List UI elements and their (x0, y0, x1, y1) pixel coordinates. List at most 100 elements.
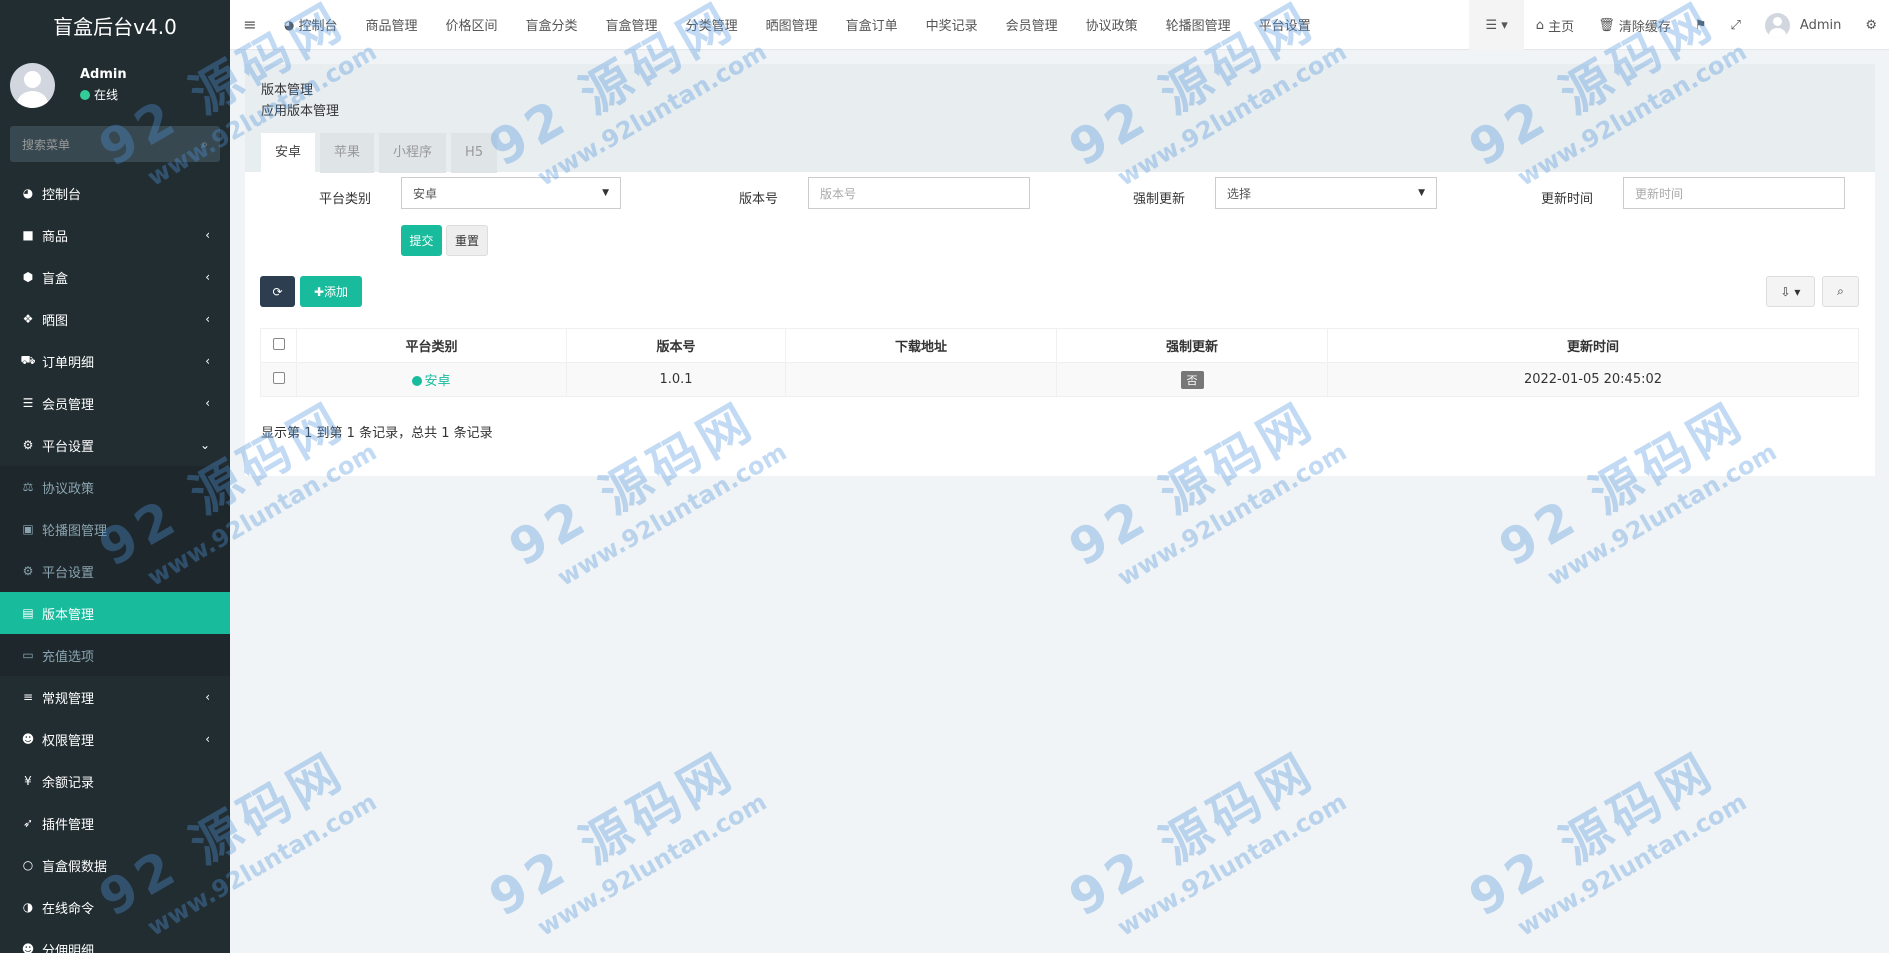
row-version-cell: 1.0.1 (566, 362, 786, 397)
watermark-site: www.92luntan.com (1512, 787, 1752, 942)
chevron-left-icon: ‹ (205, 732, 210, 746)
column-header-update-time[interactable]: 更新时间 (1327, 328, 1859, 363)
nav-tab[interactable]: 平台设置 (1245, 0, 1325, 50)
sidebar-item[interactable]: ☻ 分佣明细 (0, 928, 230, 953)
row-checkbox[interactable] (272, 371, 285, 384)
nav-tab[interactable]: 中奖记录 (912, 0, 992, 50)
export-button[interactable]: ⇩ ▾ (1766, 276, 1815, 307)
sidebar-item[interactable]: ➶ 插件管理 (0, 802, 230, 844)
app-logo-title[interactable]: 盲盒后台v4.0 (0, 0, 230, 50)
select-all-checkbox[interactable] (272, 337, 285, 350)
list-alt-icon: ▤ (22, 606, 34, 620)
sidebar-item[interactable]: ▤ 版本管理 (0, 592, 230, 634)
nav-tab[interactable]: 盲盒订单 (832, 0, 912, 50)
sidebar-item[interactable]: ⚖ 协议政策 (0, 466, 230, 508)
submit-button[interactable]: 提交 (401, 225, 442, 256)
language-button[interactable]: ⚑ (1683, 0, 1719, 50)
control-sidebar-button[interactable]: ⚙ (1853, 0, 1889, 50)
sidebar: 盲盒后台v4.0 Admin 在线 搜索菜单 ⌕ ◕ 控制台 ■ 商品 ‹ ⬢ 盲盒 ‹ ❖ 晒图… (0, 0, 230, 953)
sidebar-item[interactable]: ☻ 权限管理 ‹ (0, 718, 230, 760)
nav-tab-label: 商品管理 (365, 19, 418, 34)
add-button[interactable]: ✚ 添加 (300, 276, 362, 307)
search-toggle-button[interactable]: ⌕ (1822, 276, 1859, 307)
dashboard-icon: ◕ (284, 17, 295, 32)
sidebar-item-label: 盲盒 (42, 271, 69, 287)
table-row[interactable]: 安卓 1.0.1 否 2022-01-05 20:45:02 (260, 362, 1859, 397)
sidebar-item-label: 协议政策 (42, 481, 95, 497)
balance-scale-icon: ⚖ (22, 480, 34, 494)
sidebar-search-input[interactable]: 搜索菜单 ⌕ (10, 126, 220, 162)
sidebar-item[interactable]: ◕ 控制台 (0, 172, 230, 214)
sidebar-item[interactable]: ▣ 轮播图管理 (0, 508, 230, 550)
platform-badge[interactable]: 安卓 (412, 374, 451, 389)
chevron-left-icon: ‹ (205, 270, 210, 284)
column-header-force-update[interactable]: 强制更新 (1056, 328, 1328, 363)
sidebar-item[interactable]: ■ 商品 ‹ (0, 214, 230, 256)
refresh-button[interactable]: ⟳ (260, 276, 295, 307)
force-update-select[interactable]: 选择 ▼ (1215, 177, 1437, 209)
sidebar-item[interactable]: ¥ 余额记录 (0, 760, 230, 802)
sidebar-item[interactable]: ☰ 会员管理 ‹ (0, 382, 230, 424)
nav-tab[interactable]: 协议政策 (1072, 0, 1152, 50)
nav-tab[interactable]: 分类管理 (672, 0, 752, 50)
platform-tab[interactable]: 安卓 (261, 133, 316, 173)
home-link[interactable]: ⌂ 主页 (1524, 0, 1586, 50)
search-icon[interactable]: ⌕ (201, 137, 208, 152)
sidebar-item[interactable]: ⬢ 盲盒 ‹ (0, 256, 230, 298)
user-name: Admin (80, 67, 127, 82)
sidebar-item[interactable]: ◑ 在线命令 (0, 886, 230, 928)
version-input[interactable]: 版本号 (808, 177, 1030, 209)
cart-icon: ⛟ (20, 353, 36, 367)
sidebar-item[interactable]: ⛟ 订单明细 ‹ (0, 340, 230, 382)
nav-tab-label: 盲盒订单 (845, 19, 898, 34)
sidebar-item[interactable]: ▭ 充值选项 (0, 634, 230, 676)
platform-tab[interactable]: H5 (451, 133, 498, 173)
nav-tab[interactable]: ◕ 控制台 (270, 0, 352, 50)
chevron-left-icon: ‹ (205, 312, 210, 326)
watermark-logo-text: 92 源码网 (1059, 741, 1326, 928)
trash-icon: 🗑 (1598, 17, 1619, 33)
nav-tab[interactable]: 价格区间 (432, 0, 512, 50)
select-all-header (260, 328, 297, 363)
sidebar-item[interactable]: ○ 盲盒假数据 (0, 844, 230, 886)
user-menu[interactable]: Admin (1753, 0, 1853, 50)
watermark: 92 源码网 www.92luntan.com (1454, 725, 1752, 953)
nav-tab[interactable]: 盲盒分类 (512, 0, 592, 50)
nav-tab[interactable]: 晒图管理 (752, 0, 832, 50)
sidebar-item[interactable]: ⚙ 平台设置 (0, 550, 230, 592)
group-icon: ☻ (21, 732, 35, 746)
nav-tab-label: 盲盒分类 (525, 19, 578, 34)
sidebar-item[interactable]: ❖ 晒图 ‹ (0, 298, 230, 340)
update-time-input[interactable]: 更新时间 (1623, 177, 1845, 209)
nav-tab[interactable]: 会员管理 (992, 0, 1072, 50)
sidebar-item-label: 控制台 (42, 187, 82, 203)
nav-tab[interactable]: 商品管理 (352, 0, 432, 50)
update-time-input-placeholder: 更新时间 (1635, 186, 1684, 201)
sidebar-item-label: 常规管理 (42, 691, 95, 707)
reset-button[interactable]: 重置 (446, 225, 488, 256)
column-header-download-url[interactable]: 下载地址 (785, 328, 1057, 363)
database-icon: ≡ (22, 690, 34, 704)
platform-select[interactable]: 安卓 ▼ (401, 177, 621, 209)
column-header-platform[interactable]: 平台类别 (296, 328, 567, 363)
platform-tab[interactable]: 小程序 (379, 133, 447, 173)
sidebar-item-label: 轮播图管理 (42, 523, 108, 539)
sidebar-item[interactable]: ⚙ 平台设置 ⌄ (0, 424, 230, 466)
sidebar-item-label: 平台设置 (42, 565, 95, 581)
column-header-version[interactable]: 版本号 (566, 328, 786, 363)
chevron-down-icon: ⌄ (199, 438, 210, 452)
clear-cache-button[interactable]: 🗑 清除缓存 (1586, 0, 1683, 50)
watermark-logo-text: 92 源码网 (479, 741, 746, 928)
sidebar-toggle-icon[interactable]: ≡ (230, 15, 270, 34)
nav-tab[interactable]: 盲盒管理 (592, 0, 672, 50)
nav-tab[interactable]: 轮播图管理 (1152, 0, 1245, 50)
user-status-text: 在线 (94, 88, 119, 102)
platform-tab[interactable]: 苹果 (320, 133, 375, 173)
chevron-left-icon: ‹ (205, 354, 210, 368)
sidebar-item-label: 订单明细 (42, 355, 95, 371)
pagination-info: 显示第 1 到第 1 条记录，总共 1 条记录 (261, 426, 493, 441)
multi-tab-dropdown[interactable]: ☰ ▾ (1469, 0, 1524, 50)
sidebar-item[interactable]: ≡ 常规管理 ‹ (0, 676, 230, 718)
row-download-url-cell (785, 362, 1057, 397)
fullscreen-button[interactable]: ⤢ (1719, 0, 1753, 50)
